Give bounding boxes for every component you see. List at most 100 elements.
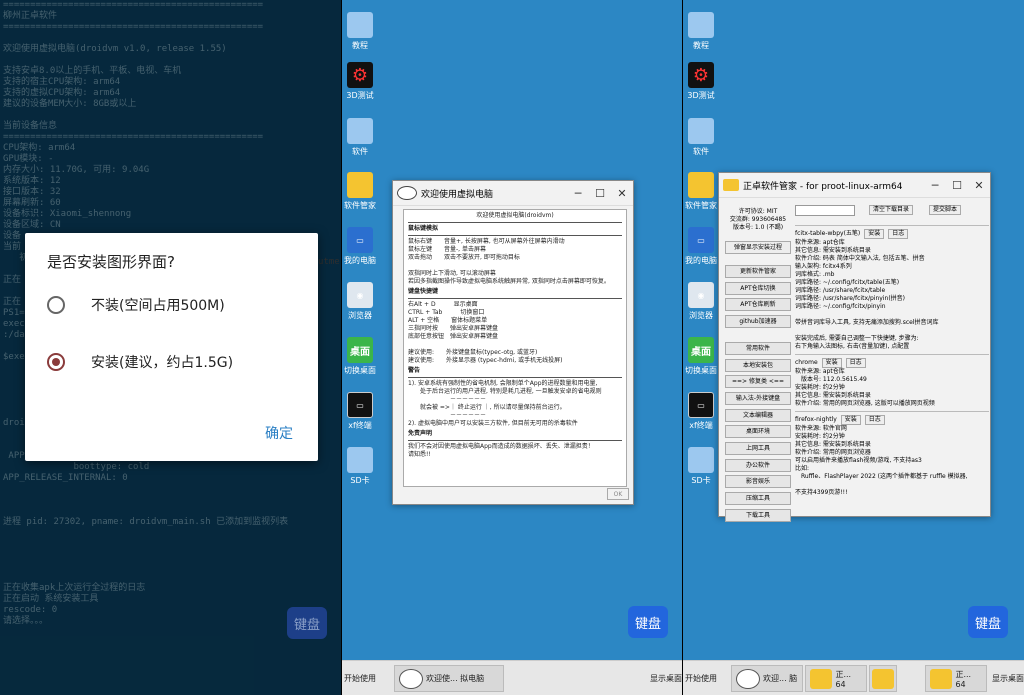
app-info-line: 右下角输入法图标, 右击(音量加键), 点配置 [795,343,910,350]
app-info-line: Ruffle、FlashPlayer 2022 (这两个插件都基于 ruffle… [795,473,968,480]
taskbar-task-manager-2[interactable] [869,665,897,692]
app-info-line: 词库路径: /usr/share/fcitx/table [795,287,886,294]
category-button[interactable]: APT仓库切换 [725,281,791,295]
taskbar-task-manager[interactable]: 正... 64 [805,665,867,692]
category-button[interactable]: 桌面环境 [725,425,791,439]
install-button[interactable]: 安装 [821,358,842,368]
category-button[interactable]: 文本编辑器 [725,408,791,422]
minimize-icon[interactable]: ─ [567,187,589,200]
desktop-icon[interactable]: ⚙ 3D测试 [683,62,729,101]
section-line: 我们不会对因使用虚拟电脑App而造成的数据损坏、丢失、泄漏担责！ [408,443,594,450]
radio-button-selected[interactable] [47,353,65,371]
radio-button[interactable] [47,296,65,314]
category-button[interactable]: ==> 修复类 <== [725,375,791,389]
app-info-line: 输入架构: fcitx4系列 [795,263,852,270]
start-button[interactable]: 开始使用 [344,673,376,684]
app-info-line: 可以启用插件来播放flash视频/游戏, 不支持as3 [795,457,922,464]
close-icon[interactable]: ✕ [611,187,633,200]
desktop-icon[interactable]: 软件 [342,118,388,157]
desktop-icon[interactable]: 桌面 切换桌面 [342,337,388,376]
keyboard-button[interactable]: 键盘 [968,606,1008,638]
app-store-icon [347,172,373,198]
app-info-line [795,327,989,335]
popup-install-toggle[interactable]: 弹窗显示安装过程 [725,241,791,254]
desktop-icon[interactable]: 软件管家 [342,172,388,211]
show-desktop-button[interactable]: 显示桌面 [650,673,682,684]
category-button[interactable]: 下载工具 [725,508,791,522]
taskbar-task-welcome[interactable]: 欢迎使... 拟电脑 [394,665,504,692]
app-store-icon [872,668,894,689]
section-line [408,341,622,349]
section-line: 建议使用: 外接键盘鼠标(typec-otg, 或蓝牙) [408,349,538,356]
install-button[interactable]: 安装 [840,415,861,425]
gears-icon: ⚙ [347,62,373,88]
section-line [408,262,622,270]
desktop-icon[interactable]: 软件 [683,118,729,157]
search-input[interactable] [795,205,855,216]
desktop-icon-label: 我的电脑 [344,256,376,265]
close-icon[interactable]: ✕ [968,179,990,192]
option-install[interactable]: 安装(建议，约占1.5G) [47,352,233,372]
app-info-line: 其它信息: 需安装到系统目录 [795,392,871,399]
desktop-icon[interactable]: ▭ xf终端 [342,392,388,431]
section-heading: 警告 [408,367,421,374]
window-titlebar[interactable]: 正卓软件管家 - for proot-linux-arm64 ─ ☐ ✕ [719,173,990,198]
confirm-button[interactable]: 确定 [265,423,293,443]
category-button[interactable]: 影音娱乐 [725,475,791,489]
desktop-icon[interactable]: 教程 [683,12,729,51]
desktop-icon[interactable]: SD卡 [342,447,388,486]
app-info-line: 其它信息: 需安装到系统目录 [795,247,871,254]
app-info-line: 版本号: 112.0.5615.49 [795,376,867,383]
log-button[interactable]: 日志 [864,415,885,425]
minimize-icon[interactable]: ─ [924,179,946,192]
welcome-header: 欢迎使用虚拟电脑(droidvm) [476,212,554,219]
chat-bubble-icon [736,668,760,689]
start-button[interactable]: 开始使用 [685,673,717,684]
desktop-icon-label: SD卡 [350,476,370,485]
ok-button[interactable]: OK [607,488,629,500]
taskbar-task-welcome[interactable]: 欢迎... 脑 [731,665,803,692]
category-button[interactable]: github加速器 [725,315,791,329]
category-button[interactable]: 上网工具 [725,442,791,455]
task-label: 欢迎... 脑 [763,674,798,683]
section-line: 右Alt + D 显示桌面 [408,301,478,308]
app-info-line: 软件介绍: 常用的网页浏览器 [795,449,871,456]
keyboard-button[interactable]: 键盘 [287,607,327,639]
desktop-icon[interactable]: 教程 [342,12,388,51]
folder-icon [688,12,714,38]
category-button[interactable]: 输入法-外接键盘 [725,391,791,405]
welcome-sections: 鼠标键模拟 鼠标右键 音量+, 长按屏幕, 也可从屏幕外往屏幕内滑动 鼠标左键 音量… [408,225,622,459]
folder-icon [347,118,373,144]
section-line: 底部任意按钮 弹出安卓屏幕键盘 [408,333,499,340]
keyboard-button[interactable]: 键盘 [628,606,668,638]
category-button[interactable]: 压缩工具 [725,492,791,506]
desktop-icon[interactable]: ◉ 浏览器 [342,282,388,321]
log-button[interactable]: 日志 [845,358,866,368]
option-no-install[interactable]: 不装(空间占用500M) [47,295,225,315]
submit-script-button[interactable]: 提交脚本 [929,205,962,215]
category-button[interactable]: 常用软件 [725,341,791,355]
desktop-icon[interactable]: ▭ 我的电脑 [342,227,388,266]
desktop-icon-label: 软件 [693,147,709,156]
clear-download-button[interactable]: 清空下载目录 [869,205,914,215]
task-label: 正... 64 [835,669,852,689]
window-titlebar[interactable]: 欢迎使用虚拟电脑 ─ ☐ ✕ [393,181,633,206]
install-button[interactable]: 安装 [864,229,885,239]
taskbar: 开始使用 欢迎... 脑 正... 64 正... 64 显示桌面 [683,660,1024,695]
section-line: 处于后台运行的用户进程, 特别是耗几进程, 一旦触发安卓的省电规则 [408,388,602,395]
app-info-line [795,311,989,319]
show-desktop-button[interactable]: 显示桌面 [992,673,1024,684]
category-button[interactable]: 更新软件管家 [725,265,791,278]
desktop-icon[interactable]: ⚙ 3D测试 [342,62,388,101]
welcome-text: 欢迎使用虚拟电脑(droidvm) 鼠标键模拟 鼠标右键 音量+, 长按屏幕, 也… [403,209,627,487]
gears-icon: ⚙ [688,62,714,88]
category-button[interactable]: 办公软件 [725,458,791,472]
category-button[interactable]: APT仓库刷新 [725,298,791,312]
maximize-icon[interactable]: ☐ [589,187,611,200]
sdcard-folder-icon [688,447,714,473]
desktop-panel-manager: 教程 ⚙ 3D测试 软件 软件管家 ▭ 我的电脑 ◉ 浏览器 桌面 切换桌面 ▭ xf终端 SD卡 正卓软… [683,0,1024,695]
maximize-icon[interactable]: ☐ [946,179,968,192]
category-button[interactable]: 本地安装包 [725,358,791,372]
taskbar-task-manager-3[interactable]: 正... 64 [925,665,987,692]
log-button[interactable]: 日志 [888,229,909,239]
